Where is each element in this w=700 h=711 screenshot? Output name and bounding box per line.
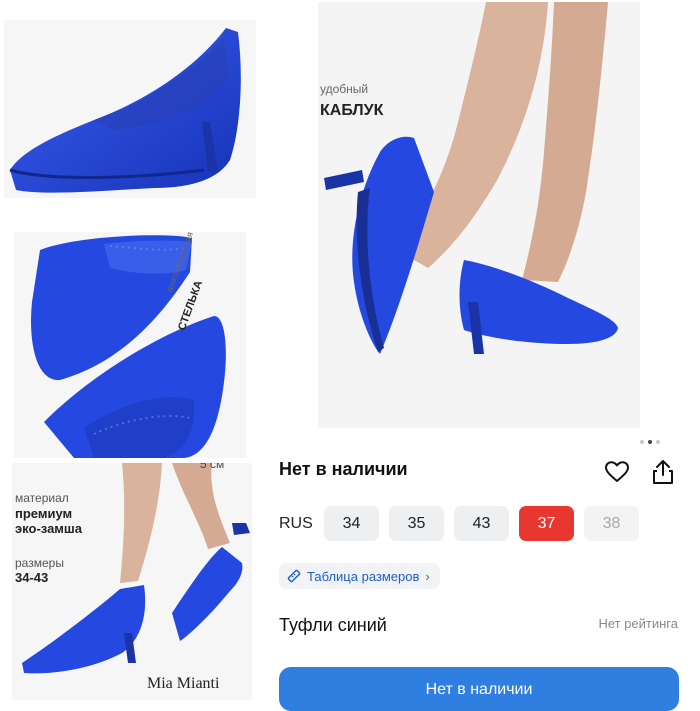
photo-legs-side: 5 см материал премиум эко-замша размеры …	[12, 463, 252, 700]
photo-legs-main: удобный КАБЛУК	[318, 2, 640, 428]
size-chart-label: Таблица размеров	[307, 568, 420, 584]
size-option-43[interactable]: 43	[454, 506, 509, 541]
heel-height-caption: 5 см	[200, 463, 225, 471]
pager-dot[interactable]	[656, 440, 660, 444]
size-option-35[interactable]: 35	[389, 506, 444, 541]
material-value-line1: премиум	[15, 506, 73, 521]
size-chart-link[interactable]: Таблица размеров ›	[279, 563, 440, 589]
sizes-label: размеры	[15, 556, 64, 570]
material-value-line2: эко-замша	[15, 521, 82, 536]
pager-dot-active[interactable]	[648, 440, 652, 444]
availability-status: Нет в наличии	[279, 459, 408, 479]
size-option-37-selected[interactable]: 37	[519, 506, 574, 541]
favorite-button[interactable]	[603, 458, 631, 486]
share-icon	[653, 460, 673, 484]
photo-shoe-closeup: анатомическая СТЕЛЬКА	[14, 232, 246, 458]
size-system-label: RUS	[279, 515, 313, 532]
image-pager	[640, 440, 660, 444]
material-label: материал	[15, 491, 69, 505]
photo-shoe-side	[4, 20, 256, 198]
pager-dot[interactable]	[640, 440, 644, 444]
size-option-38-unavailable[interactable]: 38	[584, 506, 639, 541]
product-title: Туфли синий	[279, 615, 387, 635]
sizes-value: 34-43	[15, 570, 49, 585]
size-option-34[interactable]: 34	[324, 506, 379, 541]
share-button[interactable]	[649, 458, 677, 486]
chevron-right-icon: ›	[425, 568, 430, 584]
out-of-stock-button[interactable]: Нет в наличии	[279, 667, 679, 711]
rating-status: Нет рейтинга	[598, 616, 678, 631]
heel-caption-line2: КАБЛУК	[320, 102, 384, 119]
heel-caption-line1: удобный	[320, 82, 369, 96]
ruler-icon	[287, 569, 301, 583]
brand-logo: Mia Mianti	[147, 675, 220, 692]
heart-icon	[605, 461, 629, 482]
